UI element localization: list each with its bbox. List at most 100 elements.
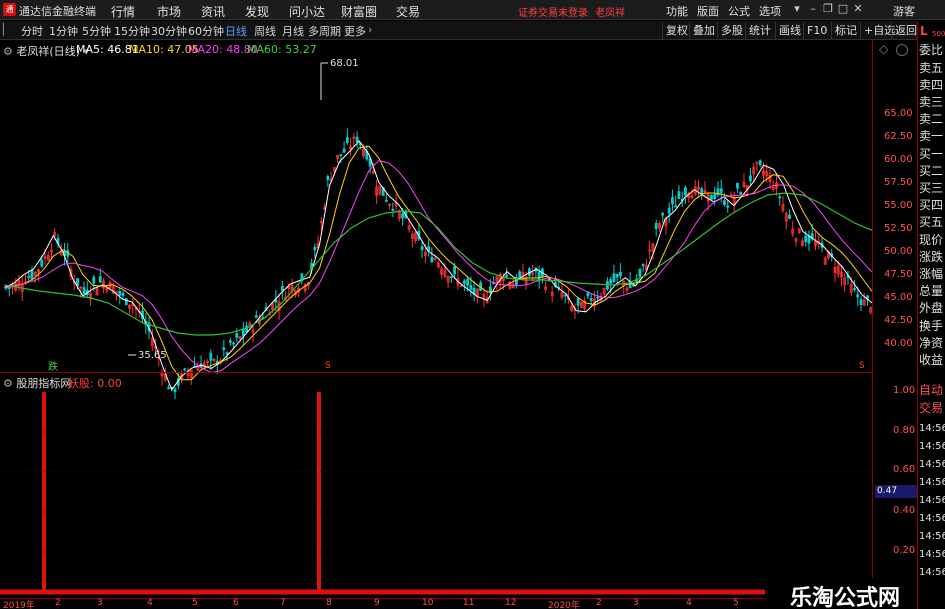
indicator-y-tick: 0.40 [893, 505, 916, 516]
candle-body [420, 246, 424, 251]
candle-body [749, 175, 752, 182]
candle-body [118, 291, 122, 296]
candle-body [449, 276, 453, 278]
y-tick: 52.50 [884, 223, 913, 234]
candle-body [30, 270, 34, 280]
y-tick: 55.00 [884, 200, 913, 211]
candle-body [641, 263, 645, 267]
panel-item: 外盘 [919, 301, 944, 315]
panel-item: 卖四 [919, 78, 944, 92]
high-price-label: 68.01 [330, 58, 359, 69]
y-tick: 42.50 [884, 315, 913, 326]
date-label: 7 [280, 598, 286, 608]
candle-body [225, 352, 229, 355]
date-label: 11 [463, 598, 475, 608]
candle-body [222, 347, 226, 351]
candle-body [355, 136, 359, 143]
y-tick: 65.00 [884, 108, 913, 119]
candle-body [576, 297, 580, 306]
indicator-title: ⚙ 股朋指标网 [3, 375, 71, 391]
candle-body [469, 284, 473, 290]
watermark-title: 乐淘公式网 [790, 586, 901, 609]
candle-body [40, 259, 44, 267]
candle-body [710, 194, 713, 200]
panel-item: 收益 [919, 353, 944, 367]
auto-trade-label[interactable]: 自动 [919, 384, 943, 397]
tick-time: 14:56 [919, 567, 945, 578]
candle-body [758, 160, 762, 166]
candle-body [619, 271, 622, 277]
indicator-y-tick: 0.80 [893, 425, 916, 436]
candle-body [615, 273, 619, 278]
candle-body [209, 352, 213, 361]
chart-settings-icon[interactable] [896, 44, 908, 56]
date-label: 5 [192, 598, 198, 608]
candle-body [684, 187, 687, 196]
date-label: 4 [686, 598, 692, 608]
candle-body [518, 271, 522, 279]
candle-body [804, 235, 808, 243]
candle-body [121, 292, 125, 296]
kline-chart[interactable] [0, 0, 872, 598]
candle-body [667, 207, 671, 214]
ma60-label: MA60: 53.27 [247, 43, 317, 56]
panel-letter: L [920, 24, 928, 38]
indicator-spike [42, 392, 46, 592]
diamond-icon[interactable]: ◇ [879, 42, 888, 56]
candle-body [167, 387, 170, 390]
candle-body [245, 325, 248, 333]
candle-body [505, 275, 509, 277]
panel-separator [0, 372, 872, 373]
candle-body [739, 191, 743, 195]
settings-icon[interactable]: ⚙ [3, 45, 13, 58]
panel-item: 买四 [919, 198, 944, 212]
panel-item: 总量 [919, 284, 944, 298]
date-label: 8 [326, 598, 332, 608]
panel-item: 买一 [919, 147, 944, 161]
low-price-label: 35.65 [138, 350, 167, 361]
candle-body [326, 176, 330, 181]
panel-item: 涨跌 [919, 250, 944, 264]
candle-body [345, 137, 349, 143]
candle-body [638, 268, 642, 277]
date-label: 3 [97, 598, 103, 608]
date-label: 5 [733, 598, 739, 608]
candle-body [430, 256, 434, 263]
date-label: 9 [374, 598, 380, 608]
candle-body [339, 154, 343, 156]
user-guest[interactable]: 游客 [893, 3, 915, 19]
date-label: 2019年 [3, 601, 35, 609]
candle-body [671, 197, 674, 205]
candle-body [589, 298, 593, 301]
tick-time: 14:56 [919, 423, 945, 434]
auto-trade-label-2[interactable]: 交易 [919, 402, 943, 415]
indicator-settings-icon[interactable]: ⚙ [3, 377, 13, 390]
indicator-spike [317, 392, 321, 592]
indicator-value: 妖股: 0.00 [68, 377, 122, 390]
panel-item: 买三 [919, 181, 944, 195]
candle-body [232, 342, 235, 345]
date-label: 4 [147, 598, 153, 608]
candle-body [313, 246, 317, 251]
candle-body [563, 294, 567, 297]
candle-body [384, 199, 388, 202]
candle-body [807, 235, 811, 244]
candle-body [609, 279, 613, 284]
candle-body [342, 148, 346, 153]
candle-body [92, 276, 96, 284]
tick-time: 14:56 [919, 459, 945, 470]
tool-back-button[interactable]: 返回 [891, 22, 920, 39]
candle-body [778, 196, 782, 199]
y-tick: 40.00 [884, 338, 913, 349]
tick-time: 14:56 [919, 477, 945, 488]
y-tick: 50.00 [884, 246, 913, 257]
date-label: 12 [505, 598, 517, 608]
indicator-y-tick: 0.60 [893, 464, 916, 475]
date-label: 10 [422, 598, 434, 608]
candle-body [228, 340, 232, 343]
candle-body [183, 368, 187, 371]
candle-body [82, 287, 86, 294]
tick-time: 14:56 [919, 549, 945, 560]
panel-item: 涨幅 [919, 267, 944, 281]
candle-body [241, 328, 245, 337]
